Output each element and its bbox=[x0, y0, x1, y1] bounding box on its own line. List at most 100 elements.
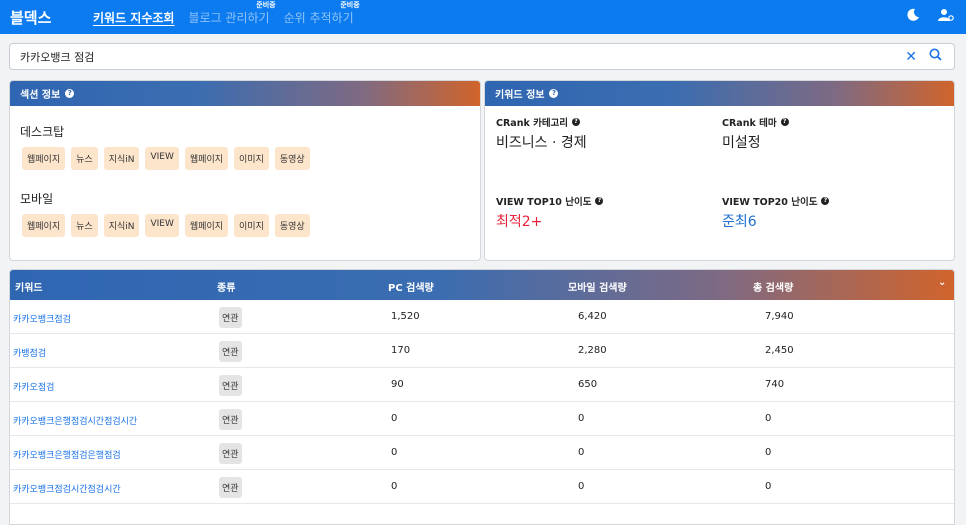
pc-volume: 0 bbox=[391, 447, 398, 458]
help-icon[interactable]: ? bbox=[821, 197, 830, 205]
view-top10-label: VIEW TOP10 난이도 bbox=[496, 197, 592, 208]
help-icon[interactable]: ? bbox=[780, 118, 789, 126]
crank-theme-value: 미설정 bbox=[722, 135, 761, 151]
total-volume: 0 bbox=[765, 481, 772, 492]
search-input[interactable] bbox=[20, 50, 906, 63]
pc-volume: 170 bbox=[391, 345, 411, 356]
help-icon[interactable]: ? bbox=[572, 118, 581, 126]
total-volume: 0 bbox=[765, 413, 772, 424]
coming-soon-badge: 준비중 bbox=[340, 0, 360, 9]
section-chip: 웹페이지 bbox=[184, 147, 229, 170]
nav-rank-tracking-label: 순위 추적하기 bbox=[283, 10, 354, 25]
section-chip: 이미지 bbox=[234, 214, 269, 237]
keyword-link[interactable]: 카카오점검 bbox=[13, 380, 54, 393]
table-row: 카카오점검 연관 90 650 740 bbox=[10, 368, 954, 402]
nav-keyword-lookup[interactable]: 키워드 지수조회 bbox=[93, 9, 174, 26]
section-chip: 웹페이지 bbox=[22, 147, 66, 170]
col-mobile-volume[interactable]: 모바일 검색량 bbox=[568, 279, 627, 294]
mobile-volume: 650 bbox=[578, 379, 598, 390]
col-keyword[interactable]: 키워드 bbox=[15, 279, 43, 294]
keyword-link[interactable]: 카뱅점검 bbox=[13, 346, 46, 359]
mobile-section-chips: 웹페이지 뉴스 지식iN VIEW 웹페이지 이미지 동영상 bbox=[22, 214, 480, 237]
keyword-link[interactable]: 카카오뱅크점검시간점검시간 bbox=[13, 482, 121, 495]
pc-volume: 1,520 bbox=[391, 311, 420, 322]
section-info-title: 섹션 정보 bbox=[20, 90, 61, 101]
keyword-table: 키워드 종류 PC 검색량 모바일 검색량 총 검색량 ⌄ 카카오뱅크점검 연관… bbox=[9, 269, 955, 525]
section-chip: 이미지 bbox=[234, 147, 269, 170]
section-chip: 지식iN bbox=[103, 214, 140, 237]
desktop-label: 데스크탑 bbox=[20, 125, 65, 139]
keyword-link[interactable]: 카카오뱅크점검 bbox=[13, 312, 71, 325]
total-volume: 2,450 bbox=[765, 345, 794, 356]
keyword-info-panel: 키워드 정보 ? CRank 카테고리? 비즈니스 · 경제 CRank 테마?… bbox=[484, 80, 955, 261]
view-top20-difficulty: VIEW TOP20 난이도? 준최6 bbox=[722, 194, 830, 231]
coming-soon-badge: 준비중 bbox=[256, 0, 276, 9]
type-badge: 연관 bbox=[219, 443, 242, 464]
pc-volume: 0 bbox=[391, 481, 398, 492]
pc-volume: 90 bbox=[391, 379, 404, 390]
section-chip: 동영상 bbox=[274, 214, 310, 237]
keyword-info-header: 키워드 정보 ? bbox=[485, 81, 954, 106]
section-chip: 뉴스 bbox=[71, 147, 98, 170]
mobile-volume: 0 bbox=[578, 481, 585, 492]
table-header: 키워드 종류 PC 검색량 모바일 검색량 총 검색량 ⌄ bbox=[10, 270, 954, 300]
section-chip: 웹페이지 bbox=[184, 214, 229, 237]
type-badge: 연관 bbox=[219, 409, 242, 430]
view-top20-value: 준최6 bbox=[722, 214, 757, 230]
close-icon[interactable]: ✕ bbox=[905, 49, 917, 65]
user-settings-icon[interactable] bbox=[938, 8, 954, 26]
type-badge: 연관 bbox=[219, 375, 242, 396]
type-badge: 연관 bbox=[219, 341, 242, 362]
table-row: 카카오뱅크은행점검은행점검 연관 0 0 0 bbox=[10, 436, 954, 470]
section-info-panel: 섹션 정보 ? 데스크탑 웹페이지 뉴스 지식iN VIEW 웹페이지 이미지 … bbox=[9, 80, 481, 261]
section-chip: VIEW bbox=[145, 214, 179, 237]
total-volume: 0 bbox=[765, 447, 772, 458]
col-total-volume[interactable]: 총 검색량 bbox=[753, 279, 793, 294]
search-icon[interactable] bbox=[929, 48, 942, 65]
col-pc-volume[interactable]: PC 검색량 bbox=[388, 279, 434, 294]
crank-category-value: 비즈니스 · 경제 bbox=[496, 135, 587, 151]
table-row: 카뱅점검 연관 170 2,280 2,450 bbox=[10, 334, 954, 368]
mobile-volume: 0 bbox=[578, 447, 585, 458]
help-icon[interactable]: ? bbox=[549, 89, 559, 98]
view-top10-value: 최적2+ bbox=[496, 214, 543, 230]
chevron-down-icon[interactable]: ⌄ bbox=[938, 277, 946, 288]
section-info-header: 섹션 정보 ? bbox=[10, 81, 480, 106]
section-chip: 지식iN bbox=[103, 147, 140, 170]
help-icon[interactable]: ? bbox=[65, 89, 75, 98]
nav-blog-manage[interactable]: 블로그 관리하기 준비중 bbox=[188, 1, 275, 26]
total-volume: 740 bbox=[765, 379, 785, 390]
top-navigation-bar: 블덱스 키워드 지수조회 블로그 관리하기 준비중 순위 추적하기 준비중 bbox=[0, 0, 966, 34]
crank-theme: CRank 테마? 미설정 bbox=[722, 115, 789, 152]
total-volume: 7,940 bbox=[765, 311, 794, 322]
brand-logo[interactable]: 블덱스 bbox=[10, 7, 83, 28]
nav-rank-tracking[interactable]: 순위 추적하기 준비중 bbox=[283, 1, 360, 26]
type-badge: 연관 bbox=[219, 477, 242, 498]
nav-blog-manage-label: 블로그 관리하기 bbox=[188, 10, 270, 25]
col-type[interactable]: 종류 bbox=[217, 279, 235, 294]
mobile-label: 모바일 bbox=[20, 192, 54, 206]
view-top20-label: VIEW TOP20 난이도 bbox=[722, 197, 818, 208]
mobile-volume: 2,280 bbox=[578, 345, 607, 356]
table-row: 카카오뱅크은행점검시간점검시간 연관 0 0 0 bbox=[10, 402, 954, 436]
help-icon[interactable]: ? bbox=[595, 197, 604, 205]
crank-category-label: CRank 카테고리 bbox=[496, 118, 569, 129]
desktop-section-chips: 웹페이지 뉴스 지식iN VIEW 웹페이지 이미지 동영상 bbox=[22, 147, 480, 170]
keyword-link[interactable]: 카카오뱅크은행점검은행점검 bbox=[13, 448, 121, 461]
view-top10-difficulty: VIEW TOP10 난이도? 최적2+ bbox=[496, 194, 604, 231]
table-row: 카카오뱅크점검시간점검시간 연관 0 0 0 bbox=[10, 470, 954, 504]
crank-theme-label: CRank 테마 bbox=[722, 118, 777, 129]
section-chip: 동영상 bbox=[274, 147, 310, 170]
section-chip: 뉴스 bbox=[71, 214, 98, 237]
keyword-search-bar: ✕ bbox=[9, 43, 955, 70]
mobile-volume: 0 bbox=[578, 413, 585, 424]
section-chip: 웹페이지 bbox=[22, 214, 66, 237]
moon-icon[interactable] bbox=[906, 8, 920, 26]
nav-keyword-lookup-label: 키워드 지수조회 bbox=[93, 10, 175, 25]
keyword-link[interactable]: 카카오뱅크은행점검시간점검시간 bbox=[13, 414, 137, 427]
type-badge: 연관 bbox=[219, 307, 242, 328]
crank-category: CRank 카테고리? 비즈니스 · 경제 bbox=[496, 115, 587, 152]
mobile-volume: 6,420 bbox=[578, 311, 607, 322]
section-chip: VIEW bbox=[145, 147, 179, 170]
keyword-info-title: 키워드 정보 bbox=[495, 90, 545, 101]
